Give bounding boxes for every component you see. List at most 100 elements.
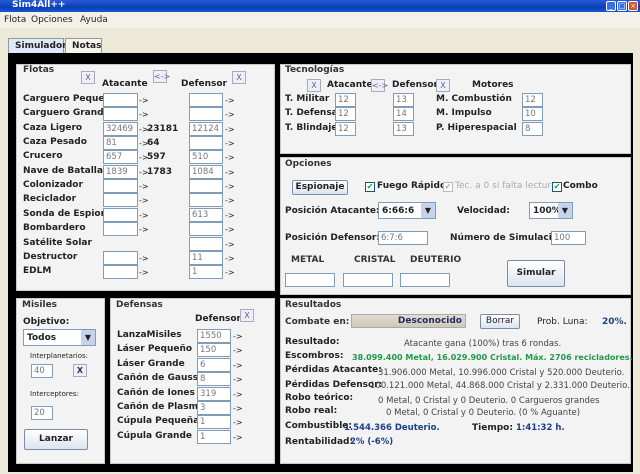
- menu-opciones[interactable]: Opciones: [31, 15, 73, 25]
- objetivo-select[interactable]: Todos ▼: [23, 329, 96, 346]
- combate-progress: Desconocido: [351, 314, 466, 328]
- defender-ship-input[interactable]: [189, 179, 223, 194]
- motor-name-label: M. Combustión: [436, 94, 512, 104]
- defender-arrow: ->: [225, 268, 235, 278]
- escombros-value: 38.099.400 Metal, 16.029.900 Cristal. Má…: [352, 353, 633, 362]
- clear-defender-tech-button[interactable]: X: [436, 79, 450, 92]
- attacker-ship-input[interactable]: [103, 136, 138, 151]
- motor-input[interactable]: [522, 93, 543, 107]
- defender-ship-input[interactable]: [189, 164, 223, 179]
- posicion-defensor-label: Posición Defensor:: [285, 233, 380, 243]
- ship-name-label: Bombardero: [23, 223, 86, 234]
- swap-fleet-button[interactable]: <->: [153, 70, 170, 83]
- metal-label: METAL: [291, 255, 325, 265]
- defender-defense-input[interactable]: [197, 415, 231, 430]
- attacker-ship-input[interactable]: [103, 207, 138, 222]
- defender-ship-input[interactable]: [189, 107, 223, 122]
- espionaje-button[interactable]: Espionaje: [292, 180, 348, 195]
- combate-label: Combate en:: [285, 317, 350, 327]
- velocidad-select[interactable]: 100% ▼: [529, 202, 573, 219]
- menu-flota[interactable]: Flota: [4, 15, 26, 25]
- num-simulaciones-input[interactable]: [551, 231, 586, 245]
- tiempo-label: Tiempo:: [472, 423, 513, 433]
- defense-name-label: Cúpula Pequeña: [117, 416, 200, 427]
- clear-missiles-button[interactable]: X: [73, 364, 87, 377]
- defender-ship-input[interactable]: [189, 121, 223, 136]
- attacker-ship-input[interactable]: [103, 107, 138, 122]
- defender-ship-input[interactable]: [189, 150, 223, 165]
- simular-button[interactable]: Simular: [507, 260, 565, 287]
- combo-checkbox[interactable]: ✔: [552, 182, 562, 192]
- defender-ship-input[interactable]: [189, 222, 223, 237]
- motor-input[interactable]: [522, 107, 543, 122]
- attacker-ship-input[interactable]: [103, 193, 138, 208]
- tec-cero-checkbox[interactable]: ✔: [443, 182, 453, 192]
- attacker-ship-input[interactable]: [103, 150, 138, 165]
- interplanetarios-input[interactable]: [31, 364, 53, 378]
- defender-ship-input[interactable]: [189, 250, 223, 265]
- tab-notas[interactable]: Notas: [65, 38, 102, 53]
- defender-defense-input[interactable]: [197, 372, 231, 387]
- defender-ship-input[interactable]: [189, 265, 223, 280]
- defender-ship-input[interactable]: [189, 136, 223, 151]
- tab-simulador[interactable]: Simulador: [8, 38, 67, 54]
- defender-ship-input[interactable]: [189, 93, 223, 107]
- attacker-tech-input[interactable]: [335, 121, 356, 136]
- defender-tech-input[interactable]: [393, 93, 414, 107]
- motor-input[interactable]: [522, 121, 543, 136]
- defender-defense-input[interactable]: [197, 329, 231, 343]
- borrar-button[interactable]: Borrar: [480, 314, 520, 329]
- combustible-value: 1.544.366 Deuterio.: [344, 423, 440, 433]
- deuterio-input[interactable]: [400, 273, 450, 287]
- attacker-ship-input[interactable]: [103, 93, 138, 107]
- attacker-ship-input[interactable]: [103, 222, 138, 237]
- clear-attacker-fleet-button[interactable]: X: [81, 71, 95, 84]
- attacker-tech-input[interactable]: [335, 93, 356, 107]
- defense-name-label: Cañón de Plasma: [117, 402, 205, 412]
- defender-ship-input[interactable]: [189, 236, 223, 251]
- defender-defense-input[interactable]: [197, 429, 231, 444]
- defender-defense-input[interactable]: [197, 386, 231, 401]
- velocidad-value: 100%: [533, 206, 561, 216]
- lanzar-button[interactable]: Lanzar: [24, 429, 88, 450]
- maximize-button[interactable]: □: [617, 1, 627, 11]
- attacker-tech-input[interactable]: [335, 107, 356, 122]
- misiles-title: Misiles: [20, 300, 60, 310]
- tec-cero-label: Tec. a 0 si falta lectura: [455, 181, 557, 191]
- defender-defense-input[interactable]: [197, 343, 231, 358]
- combo-label: Combo: [563, 181, 598, 191]
- posicion-atacante-select[interactable]: 6:66:6 ▼: [378, 202, 436, 219]
- clear-defender-fleet-button[interactable]: X: [232, 71, 246, 84]
- posicion-defensor-input[interactable]: [378, 231, 428, 245]
- cristal-input[interactable]: [343, 273, 393, 287]
- defender-tech-input[interactable]: [393, 107, 414, 122]
- chevron-down-icon: ▼: [81, 330, 95, 345]
- attacker-ship-input[interactable]: [103, 179, 138, 194]
- attacker-arrow: ->: [139, 182, 149, 192]
- opciones-title: Opciones: [283, 159, 334, 169]
- defender-ship-input[interactable]: [189, 207, 223, 222]
- fuego-rapido-checkbox[interactable]: ✔: [365, 182, 375, 192]
- menu-ayuda[interactable]: Ayuda: [80, 15, 108, 25]
- interplanetarios-label: Interplanetarios:: [30, 352, 88, 360]
- ship-name-label: Satélite Solar: [23, 237, 92, 248]
- defender-ship-input[interactable]: [189, 193, 223, 208]
- window-title: Sim4All++: [12, 0, 66, 10]
- posicion-atacante-value: 6:66:6: [382, 206, 415, 216]
- attacker-ship-input[interactable]: [103, 250, 138, 265]
- posicion-atacante-label: Posición Atacante:: [285, 206, 380, 216]
- defender-defense-input[interactable]: [197, 401, 231, 415]
- swap-tech-button[interactable]: <->: [371, 79, 388, 92]
- close-button[interactable]: ×: [628, 1, 638, 11]
- interceptores-input[interactable]: [31, 406, 53, 420]
- clear-defenses-button[interactable]: X: [240, 309, 254, 322]
- metal-input[interactable]: [285, 273, 335, 287]
- attacker-ship-input[interactable]: [103, 265, 138, 280]
- defender-tech-input[interactable]: [393, 121, 414, 136]
- defender-defense-input[interactable]: [197, 357, 231, 372]
- minimize-button[interactable]: _: [606, 1, 616, 11]
- clear-attacker-tech-button[interactable]: X: [307, 79, 321, 92]
- attacker-ship-input[interactable]: [103, 121, 138, 136]
- attacker-ship-input[interactable]: [103, 164, 138, 179]
- ship-name-label: Destructor: [23, 251, 78, 262]
